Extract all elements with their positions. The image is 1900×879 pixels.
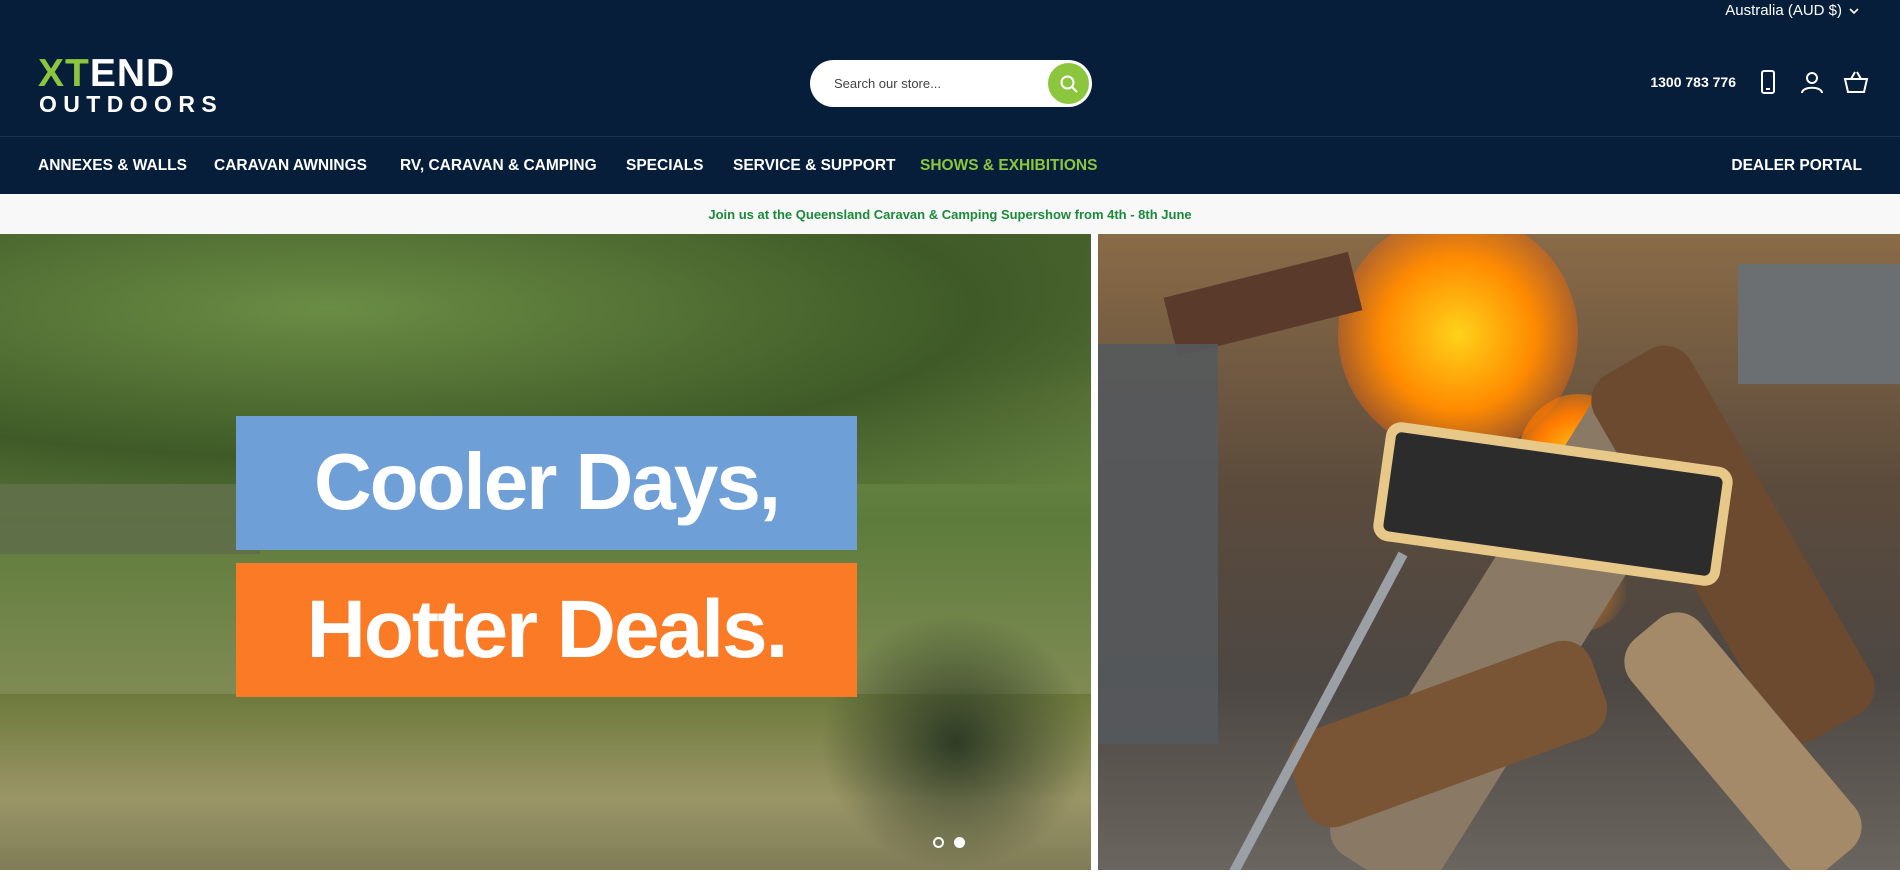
slideshow-pagination	[933, 837, 965, 848]
nav-item-shows-exhibitions[interactable]: SHOWS & EXHIBITIONS	[920, 157, 1097, 175]
hero-image-campfire	[1098, 234, 1900, 870]
header-actions: 1300 783 776	[1650, 68, 1870, 96]
phone-icon[interactable]	[1754, 68, 1782, 96]
hero-headline-line2: Hotter Deals.	[306, 584, 789, 675]
hero-background-forest	[0, 234, 1091, 870]
announcement-bar[interactable]: Join us at the Queensland Caravan & Camp…	[0, 194, 1900, 234]
hero-slide-promo[interactable]: Cooler Days, Hotter Deals.	[0, 234, 1091, 870]
slide-dot-2[interactable]	[954, 837, 965, 848]
rock-left	[1098, 344, 1218, 744]
nav-item-rv-caravan-camping[interactable]: RV, CARAVAN & CAMPING	[400, 157, 597, 175]
nav-item-annexes-walls[interactable]: ANNEXES & WALLS	[38, 157, 187, 175]
nav-item-service-support[interactable]: SERVICE & SUPPORT	[733, 157, 896, 175]
cart-icon[interactable]	[1842, 68, 1870, 96]
logo-wordmark-bottom: OUTDOORS	[39, 91, 224, 117]
currency-selector-label: Australia (AUD $)	[1725, 2, 1842, 19]
site-header: Australia (AUD $) XTEND OUTDOORS 1300 78…	[0, 0, 1900, 194]
currency-selector[interactable]: Australia (AUD $)	[1725, 2, 1860, 19]
nav-item-specials[interactable]: SPECIALS	[626, 157, 704, 175]
search-bar	[810, 60, 1092, 107]
phone-number[interactable]: 1300 783 776	[1650, 74, 1736, 90]
search-input[interactable]	[834, 60, 1034, 107]
chevron-down-icon	[1849, 7, 1859, 14]
nav-item-caravan-awnings[interactable]: CARAVAN AWNINGS	[214, 157, 367, 175]
logo-wordmark-top: XTEND	[38, 52, 176, 95]
announcement-text: Join us at the Queensland Caravan & Camp…	[708, 207, 1192, 222]
hero-headline-line1: Cooler Days,	[313, 437, 781, 526]
search-button[interactable]	[1048, 63, 1089, 104]
main-navigation: ANNEXES & WALLS CARAVAN AWNINGS RV, CARA…	[0, 136, 1900, 194]
site-logo[interactable]: XTEND OUTDOORS	[38, 52, 248, 117]
fire-grate	[1163, 251, 1363, 357]
rock-right	[1738, 264, 1900, 384]
search-icon	[1060, 75, 1078, 93]
hero-headline-line1-box: Cooler Days,	[236, 416, 857, 550]
nav-item-dealer-portal[interactable]: DEALER PORTAL	[1731, 157, 1862, 175]
slide-dot-1[interactable]	[933, 837, 944, 848]
hero-headline-line2-box: Hotter Deals.	[236, 563, 857, 697]
account-icon[interactable]	[1798, 68, 1826, 96]
